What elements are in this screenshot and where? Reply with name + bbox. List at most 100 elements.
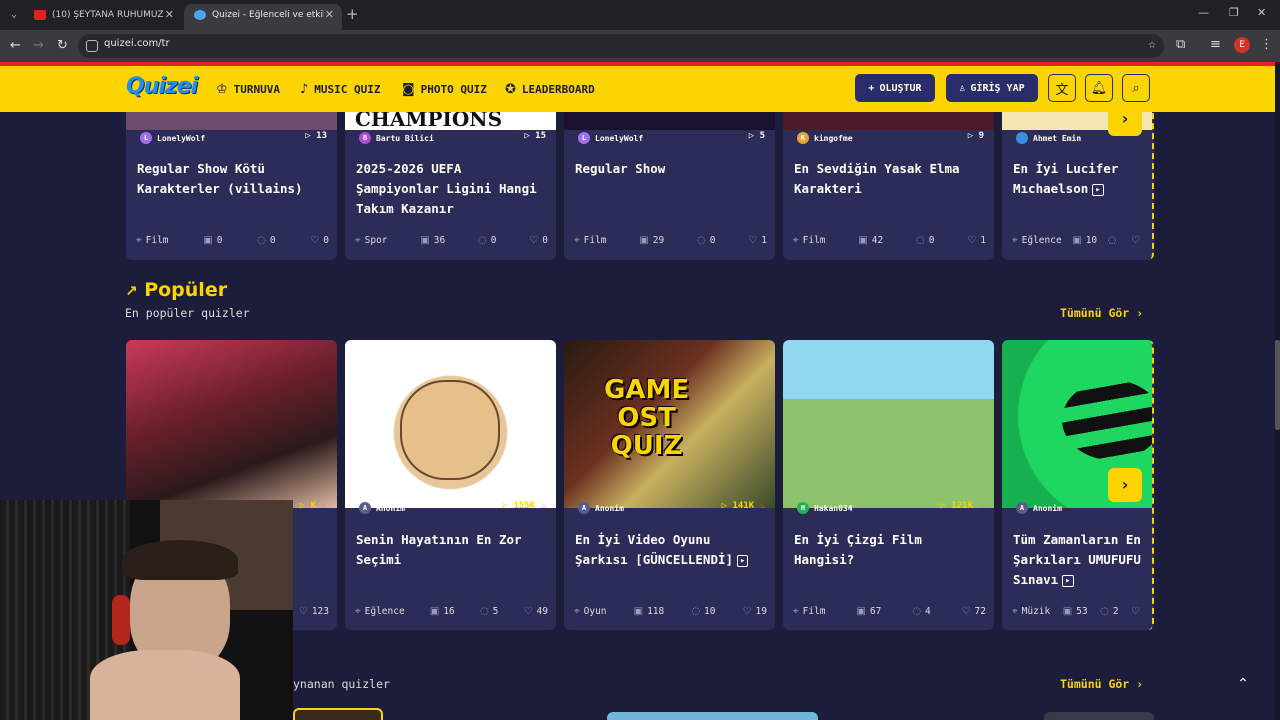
back-icon[interactable]: ←: [10, 38, 21, 53]
play-count-value: 13: [316, 131, 327, 141]
quiz-card[interactable]: L LonelyWolf ▷ 5 Regular Show ⌖ Film ▣ 29 ◌…: [564, 106, 775, 260]
nav-leaderboard[interactable]: ✪ LEADERBOARD: [505, 79, 595, 99]
media-control-icon[interactable]: ≡: [1210, 37, 1221, 52]
webcam-overlay: [0, 500, 293, 720]
nav-music-quiz[interactable]: ♪ MUSIC QUIZ: [300, 79, 381, 99]
maximize-icon[interactable]: ❐: [1229, 6, 1239, 19]
close-window-icon[interactable]: ✕: [1257, 6, 1266, 19]
quiz-card[interactable]: GAME OST QUIZ A Anonim ▷ 141K ♨ En İyi Vide…: [564, 340, 775, 630]
quiz-author[interactable]: Ahmet Emin: [1016, 132, 1081, 144]
like-count: ♡ 19: [743, 606, 767, 617]
quiz-title[interactable]: Regular Show Kötü Karakterler (villains): [137, 159, 329, 199]
site-logo[interactable]: Quizei: [126, 74, 198, 99]
scroll-to-top-icon[interactable]: ⌃: [1233, 676, 1253, 696]
quiz-title[interactable]: Tüm Zamanların En Şarkıları UMUFUFU Sına…: [1013, 530, 1144, 590]
quiz-title[interactable]: En İyi Lucifer Mıchaelson ▸: [1013, 159, 1144, 199]
new-tab-icon[interactable]: +: [346, 5, 359, 23]
popular-see-all-link[interactable]: Tümünü Gör ›: [1060, 306, 1143, 320]
nav-label: LEADERBOARD: [521, 82, 595, 96]
next-section-card-thumb[interactable]: [1044, 712, 1154, 720]
quiz-author[interactable]: H Hakan034: [797, 502, 853, 514]
comment-icon: ◌: [479, 606, 489, 617]
quiz-stats: ⌖ Eğlence ▣ 10 ◌ ♡: [1012, 235, 1144, 246]
comment-icon: ◌: [912, 606, 921, 617]
quiz-card[interactable]: L LonelyWolf ▷ 13 Regular Show Kötü Karak…: [126, 106, 337, 260]
quiz-stats: ⌖ Spor ▣ 36 ◌ 0 ♡ 0: [355, 235, 548, 246]
create-label: OLUŞTUR: [879, 82, 922, 94]
address-bar: ← → ↻ quizei.com/tr ☆: [0, 30, 1280, 62]
play-count: ▷ 15: [524, 131, 546, 141]
comment-count-value: 2: [1112, 606, 1119, 617]
notification-bell-icon[interactable]: 🔔︎: [1085, 74, 1113, 102]
nav-label: TURNUVA: [233, 82, 281, 96]
overlay-line: GAME: [604, 375, 690, 405]
quiz-title-text: En Sevdiğin Yasak Elma Karakteri: [794, 161, 960, 196]
video-icon: ▸: [1092, 183, 1104, 196]
comment-count: ◌ 0: [257, 235, 275, 246]
tag-icon: ⌖: [355, 235, 361, 246]
search-icon[interactable]: ⌕: [1122, 74, 1150, 102]
login-button[interactable]: ♙ GİRİŞ YAP: [946, 74, 1038, 102]
quiz-card[interactable]: A Anonim ▷ 155K ♨ Senin Hayatının En Zor …: [345, 340, 556, 630]
minimize-icon[interactable]: —: [1198, 6, 1209, 19]
play-count: ▷ 13: [305, 131, 327, 141]
nav-tournament[interactable]: ♔ TURNUVA: [216, 79, 280, 99]
like-count-value: 49: [536, 606, 548, 617]
heart-icon: ♡: [529, 235, 539, 246]
category-label: Oyun: [583, 606, 607, 617]
nav-photo-quiz[interactable]: ◙ PHOTO QUIZ: [402, 79, 487, 99]
close-tab-icon[interactable]: ✕: [325, 4, 334, 26]
layers-icon: ▣: [633, 606, 644, 617]
browser-menu-icon[interactable]: ⋮: [1260, 37, 1273, 52]
youtube-favicon-icon: [34, 10, 46, 20]
quiz-title[interactable]: Regular Show: [575, 159, 767, 179]
quiz-author[interactable]: A Anonim: [1016, 502, 1062, 514]
bookmark-star-icon[interactable]: ☆: [1148, 37, 1156, 52]
page-scrollbar-thumb[interactable]: [1275, 340, 1280, 430]
next-section-see-all-link[interactable]: Tümünü Gör ›: [1060, 677, 1143, 691]
translate-icon[interactable]: 文: [1048, 74, 1076, 102]
comment-icon: ◌: [1100, 606, 1109, 617]
url-field[interactable]: quizei.com/tr ☆: [78, 34, 1164, 58]
site-info-icon[interactable]: [86, 40, 98, 52]
quiz-card[interactable]: Kkingofme ▷ 9 En Sevdiğin Yasak Elma Kar…: [783, 106, 994, 260]
question-count: ▣ 29: [639, 235, 664, 246]
quiz-author[interactable]: L LonelyWolf: [140, 132, 205, 144]
browser-tab-youtube[interactable]: (10) ŞEYTANA RUHUMUZU SAT ✕: [24, 4, 182, 30]
next-section-card-thumb[interactable]: [293, 708, 383, 720]
reload-icon[interactable]: ↻: [57, 38, 68, 53]
popular-next-button[interactable]: ›: [1108, 468, 1142, 502]
quiz-title[interactable]: En İyi Video Oyunu Şarkısı [GÜNCELLENDİ]…: [575, 530, 767, 570]
comment-count-value: 0: [928, 235, 935, 246]
browser-tab-quizei[interactable]: Quizei - Eğlenceli ve etkileşimli ✕: [184, 4, 342, 30]
quiz-author[interactable]: L LonelyWolf: [578, 132, 643, 144]
extensions-icon[interactable]: ⧉: [1176, 37, 1185, 52]
comment-count: ◌ 0: [916, 235, 934, 246]
author-name: Ahmet Emin: [1033, 133, 1082, 143]
quiz-author[interactable]: B Bartu Bilici: [359, 132, 434, 144]
quiz-card[interactable]: CHAMPIONS B Bartu Bilici ▷ 15 2025-2026 U…: [345, 106, 556, 260]
like-count: ♡ 1: [967, 235, 986, 246]
quiz-title[interactable]: 2025-2026 UEFA Şampiyonlar Ligini Hangi …: [356, 159, 548, 219]
profile-avatar[interactable]: E: [1234, 37, 1250, 53]
quiz-author[interactable]: A Anonim: [359, 502, 405, 514]
heart-icon: ♡: [310, 235, 320, 246]
forward-icon[interactable]: →: [33, 38, 44, 53]
author-name: Hakan034: [814, 503, 853, 513]
top-row-next-button[interactable]: ›: [1108, 102, 1142, 136]
quiz-title[interactable]: En Sevdiğin Yasak Elma Karakteri: [794, 159, 986, 199]
tab-search-icon[interactable]: ⌄: [6, 7, 22, 23]
author-name: Anonim: [376, 503, 405, 513]
next-section-card-thumb[interactable]: [607, 712, 818, 720]
quiz-author[interactable]: Kkingofme: [797, 132, 853, 144]
create-button[interactable]: + OLUŞTUR: [855, 74, 935, 102]
quiz-title[interactable]: En İyi Çizgi Film Hangisi?: [794, 530, 986, 570]
quiz-stats: ⌖ Film ▣ 29 ◌ 0 ♡ 1: [574, 235, 767, 246]
quiz-author[interactable]: A Anonim: [578, 502, 624, 514]
quiz-title[interactable]: Senin Hayatının En Zor Seçimi: [356, 530, 548, 570]
question-count: ▣ 10: [1072, 235, 1097, 246]
question-count-value: 118: [647, 606, 665, 617]
play-count-value: 15: [535, 131, 546, 141]
close-tab-icon[interactable]: ✕: [165, 4, 174, 26]
quiz-card[interactable]: H Hakan034 ▷ 121K ♨ En İyi Çizgi Film Han…: [783, 340, 994, 630]
